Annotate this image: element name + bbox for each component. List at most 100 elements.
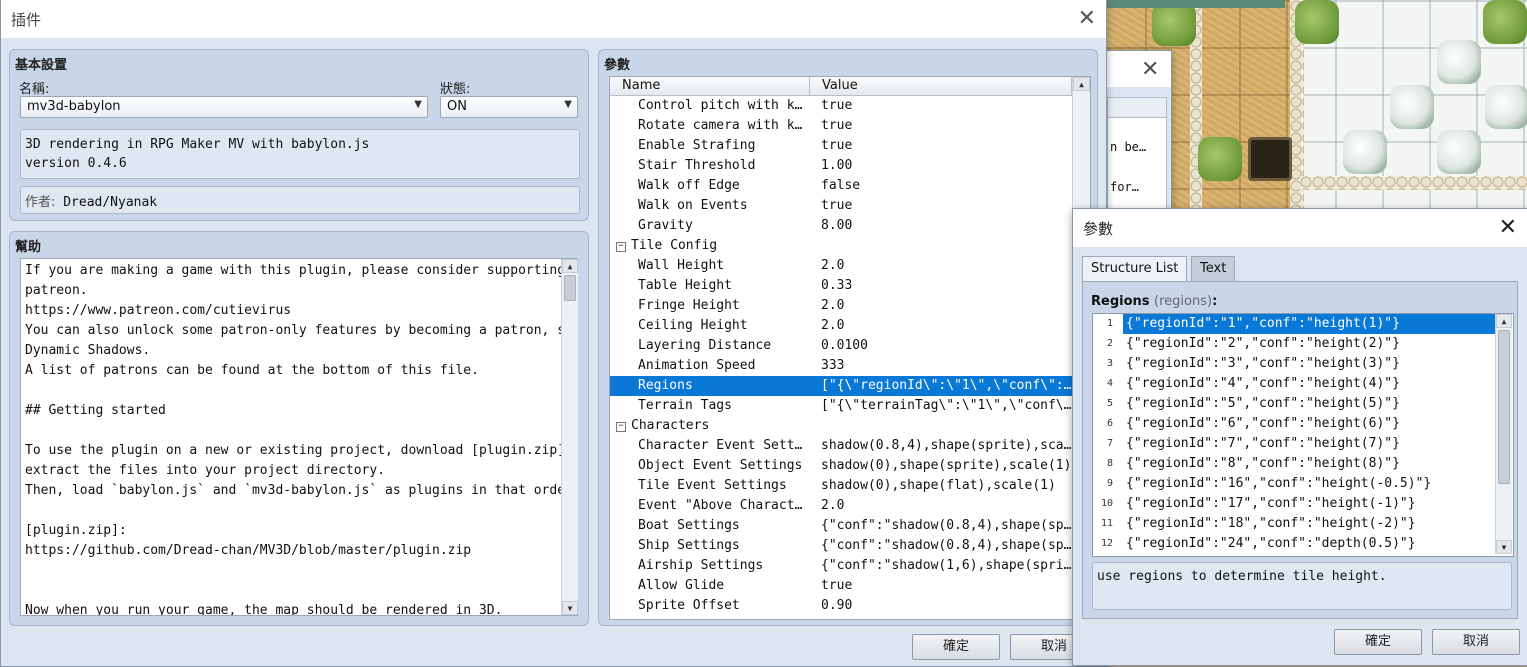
- param-row[interactable]: Gravity 8.00: [610, 216, 1072, 236]
- list-item-text: {"regionId":"7","conf":"height(7)"}: [1126, 436, 1400, 451]
- close-icon[interactable]: ✕: [1141, 59, 1159, 81]
- collapse-icon[interactable]: −: [616, 422, 626, 432]
- scroll-up-icon[interactable]: ▲: [562, 259, 578, 273]
- list-item[interactable]: 7 {"regionId":"7","conf":"height(7)"}: [1093, 434, 1400, 454]
- help-line: To use the plugin on a new or existing p…: [25, 443, 578, 458]
- param-value: true: [821, 98, 853, 113]
- scroll-up-icon[interactable]: ▲: [1496, 314, 1512, 328]
- scroll-thumb[interactable]: [564, 275, 576, 301]
- param-row[interactable]: Rotate camera with keyb… true: [610, 116, 1072, 136]
- param-row[interactable]: Object Event Settings shadow(0),shape(spr…: [610, 456, 1072, 476]
- help-scrollbar[interactable]: ▲ ▼: [561, 259, 578, 615]
- help-line: Then, load `babylon.js` and `mv3d-babylo…: [25, 483, 578, 498]
- param-row[interactable]: Boat Settings {"conf":"shadow(0.8,4),shap…: [610, 516, 1072, 536]
- dialog-title: 參數: [1083, 219, 1114, 238]
- param-row[interactable]: Table Height 0.33: [610, 276, 1072, 296]
- param-row[interactable]: Ship Settings {"conf":"shadow(0.8,4),shap…: [610, 536, 1072, 556]
- chevron-down-icon: ▼: [564, 99, 572, 110]
- ok-button[interactable]: 確定: [912, 634, 1000, 660]
- list-item: n be…: [1110, 140, 1147, 154]
- param-row[interactable]: Tile Event Settings shadow(0),shape(flat)…: [610, 476, 1072, 496]
- param-name: Walk off Edge: [638, 178, 740, 193]
- tab-structure-list[interactable]: Structure List: [1082, 256, 1188, 282]
- param-row[interactable]: Regions ["{\"regionId\":\"1\",\"conf\":\"…: [610, 376, 1072, 396]
- scroll-thumb[interactable]: [1498, 330, 1510, 484]
- param-row[interactable]: Sprite Offset 0.90: [610, 596, 1072, 616]
- list-item[interactable]: 9 {"regionId":"16","conf":"height(-0.5)"}: [1093, 474, 1431, 494]
- regions-scrollbar[interactable]: ▲ ▼: [1495, 314, 1512, 554]
- close-icon[interactable]: ✕: [1499, 217, 1517, 239]
- param-value: shadow(0),shape(sprite),scale(1): [821, 458, 1072, 473]
- ok-button[interactable]: 確定: [1334, 629, 1422, 655]
- regions-list[interactable]: 1 {"regionId":"1","conf":"height(1)"} 2 {"r…: [1092, 313, 1514, 557]
- help-line: You can also unlock some patron-only fea…: [25, 323, 578, 338]
- list-item-text: {"regionId":"4","conf":"height(4)"}: [1126, 376, 1400, 391]
- tab-panel: Regions (regions): 1 {"regionId":"1","con…: [1082, 281, 1518, 619]
- name-value: mv3d-babylon: [27, 99, 121, 114]
- param-row[interactable]: Walk off Edge false: [610, 176, 1072, 196]
- param-row[interactable]: Ceiling Height 2.0: [610, 316, 1072, 336]
- param-row[interactable]: Wall Height 2.0: [610, 256, 1072, 276]
- param-category-row[interactable]: − Tile Config: [610, 236, 1072, 256]
- param-value: 333: [821, 358, 845, 373]
- tab-text[interactable]: Text: [1191, 256, 1236, 282]
- param-row[interactable]: Walk on Events true: [610, 196, 1072, 216]
- list-item-text: {"regionId":"1","conf":"height(1)"}: [1122, 314, 1507, 335]
- list-item[interactable]: 5 {"regionId":"5","conf":"height(5)"}: [1093, 394, 1400, 414]
- column-value-header[interactable]: Value: [810, 77, 1072, 96]
- status-dropdown[interactable]: ON ▼: [440, 96, 578, 118]
- list-item-text: {"regionId":"17","conf":"height(-1)"}: [1126, 496, 1416, 511]
- param-name: Regions: [638, 378, 693, 393]
- list-item[interactable]: 8 {"regionId":"8","conf":"height(8)"}: [1093, 454, 1400, 474]
- help-line: [plugin.zip]:: [25, 523, 127, 538]
- list-item[interactable]: 10 {"regionId":"17","conf":"height(-1)"}: [1093, 494, 1416, 514]
- help-line: [21, 501, 577, 521]
- scroll-down-icon[interactable]: ▼: [1496, 540, 1512, 554]
- param-row[interactable]: Terrain Tags ["{\"terrainTag\":\"1\",\"co…: [610, 396, 1072, 416]
- param-row[interactable]: Enable Strafing true: [610, 136, 1072, 156]
- list-item-text: {"regionId":"18","conf":"height(-2)"}: [1126, 516, 1416, 531]
- param-value: true: [821, 578, 853, 593]
- help-line: https://github.com/Dread-chan/MV3D/blob/…: [25, 543, 472, 558]
- plugin-window: 插件 ✕ 基本設置 名稱: mv3d-babylon ▼ 狀態: ON ▼ 3D…: [0, 0, 1107, 667]
- param-row[interactable]: Character Event Settings shadow(0.8,4),sh…: [610, 436, 1072, 456]
- scroll-up-icon[interactable]: ▲: [1073, 77, 1090, 91]
- list-item[interactable]: 12 {"regionId":"24","conf":"depth(0.5)"}: [1093, 534, 1416, 554]
- column-name-header[interactable]: Name: [610, 77, 810, 96]
- list-item[interactable]: 11 {"regionId":"18","conf":"height(-2)"}: [1093, 514, 1416, 534]
- list-item[interactable]: 3 {"regionId":"3","conf":"height(3)"}: [1093, 354, 1400, 374]
- collapse-icon[interactable]: −: [616, 242, 626, 252]
- param-row[interactable]: Layering Distance 0.0100: [610, 336, 1072, 356]
- help-line: extract the files into your project dire…: [25, 463, 386, 478]
- param-value: true: [821, 198, 853, 213]
- help-header: 幫助: [15, 240, 42, 255]
- params-grid[interactable]: Name Value Control pitch with keyb… true R…: [609, 76, 1091, 620]
- list-item[interactable]: 6 {"regionId":"6","conf":"height(6)"}: [1093, 414, 1400, 434]
- list-item[interactable]: 4 {"regionId":"4","conf":"height(4)"}: [1093, 374, 1400, 394]
- help-text[interactable]: If you are making a game with this plugi…: [20, 258, 578, 616]
- param-row[interactable]: Animation Speed 333: [610, 356, 1072, 376]
- param-category-row[interactable]: − Characters: [610, 416, 1072, 436]
- close-icon[interactable]: ✕: [1078, 8, 1096, 30]
- author-label: 作者:: [25, 195, 56, 210]
- param-row[interactable]: Control pitch with keyb… true: [610, 96, 1072, 116]
- param-value: [810, 416, 1072, 436]
- help-line: ## Getting started: [25, 403, 166, 418]
- list-item[interactable]: 1 {"regionId":"1","conf":"height(1)"}: [1093, 314, 1507, 335]
- list-item[interactable]: 2 {"regionId":"2","conf":"height(2)"}: [1093, 334, 1400, 354]
- param-name: Allow Glide: [638, 578, 725, 593]
- param-row[interactable]: Fringe Height 2.0: [610, 296, 1072, 316]
- param-category-cell: − Tile Config: [610, 236, 810, 256]
- param-name: Fringe Height: [638, 298, 740, 313]
- param-value: {"conf":"shadow(0.8,4),shape(sprit…: [821, 518, 1072, 533]
- param-row[interactable]: Airship Settings {"conf":"shadow(1,6),sha…: [610, 556, 1072, 576]
- cancel-button[interactable]: 取消: [1432, 629, 1520, 655]
- param-row[interactable]: Stair Threshold 1.00: [610, 156, 1072, 176]
- param-name: Stair Threshold: [638, 158, 756, 173]
- scroll-down-icon[interactable]: ▼: [562, 601, 578, 615]
- param-name: Boat Settings: [638, 518, 740, 533]
- param-value: 0.90: [821, 598, 853, 613]
- param-row[interactable]: Event "Above Characters… 2.0: [610, 496, 1072, 516]
- name-dropdown[interactable]: mv3d-babylon ▼: [20, 96, 428, 118]
- param-row[interactable]: Allow Glide true: [610, 576, 1072, 596]
